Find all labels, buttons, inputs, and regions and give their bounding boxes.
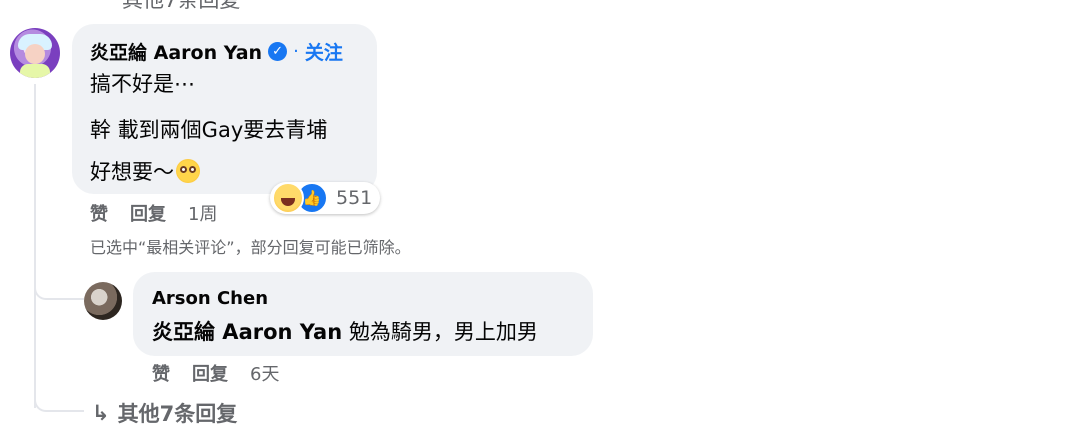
thread-line-vertical <box>34 84 36 408</box>
comment-bubble: 炎亞綸 Aaron Yan ✓ · 关注 搞不好是⋯ 幹 載到兩個Gay要去青埔… <box>72 24 377 194</box>
reply-bubble: Arson Chen 炎亞綸 Aaron Yan 勉為騎男，男上加男 <box>133 272 593 356</box>
comment-line-3: 好想要～ <box>90 160 174 184</box>
separator-dot: · <box>293 41 299 62</box>
mention-link[interactable]: 炎亞綸 Aaron Yan <box>152 320 342 344</box>
comment-timestamp[interactable]: 1周 <box>188 200 217 226</box>
avatar-shirt <box>20 64 50 78</box>
avatar[interactable] <box>10 28 60 78</box>
reply-arrow-icon: ↳ <box>92 401 110 425</box>
reply-timestamp[interactable]: 6天 <box>250 360 279 386</box>
comment-author[interactable]: 炎亞綸 Aaron Yan <box>90 38 262 65</box>
haha-reaction-icon <box>272 182 304 214</box>
avatar-face <box>25 44 45 64</box>
verified-badge-icon: ✓ <box>268 42 288 61</box>
comment-line-2: 幹 載到兩個Gay要去青埔 <box>90 118 328 142</box>
comment-actions: 赞 回复 1周 <box>90 200 217 226</box>
thread-line-branch-reply <box>34 288 84 300</box>
follow-button[interactable]: 关注 <box>305 38 343 65</box>
like-button[interactable]: 赞 <box>90 200 108 226</box>
thread-line-branch-more <box>34 398 84 412</box>
more-replies-label: 其他7条回复 <box>117 402 238 426</box>
reply-actions: 赞 回复 6天 <box>152 360 279 386</box>
reply-text: 炎亞綸 Aaron Yan 勉為騎男，男上加男 <box>152 316 538 346</box>
more-replies-button[interactable]: ↳ 其他7条回复 <box>92 398 237 428</box>
filter-note: 已选中“最相关评论”，部分回复可能已筛除。 <box>90 238 411 257</box>
reply-button[interactable]: 回复 <box>130 200 166 226</box>
reply-like-button[interactable]: 赞 <box>152 360 170 386</box>
comment-header: 炎亞綸 Aaron Yan ✓ · 关注 <box>90 38 343 65</box>
reactions-summary[interactable]: 👍 551 <box>270 182 381 214</box>
reply-avatar[interactable] <box>84 282 122 320</box>
comment-line-3-wrap: 好想要～ <box>90 156 200 186</box>
comment-line-1: 搞不好是⋯ <box>90 72 195 96</box>
reply-body: 勉為騎男，男上加男 <box>342 320 538 344</box>
reply-author[interactable]: Arson Chen <box>152 288 268 309</box>
reaction-count: 551 <box>336 187 373 209</box>
reply-reply-button[interactable]: 回复 <box>192 360 228 386</box>
more-replies-partial[interactable]: 其他7条回复 <box>122 0 240 14</box>
flushed-face-icon <box>176 159 200 183</box>
